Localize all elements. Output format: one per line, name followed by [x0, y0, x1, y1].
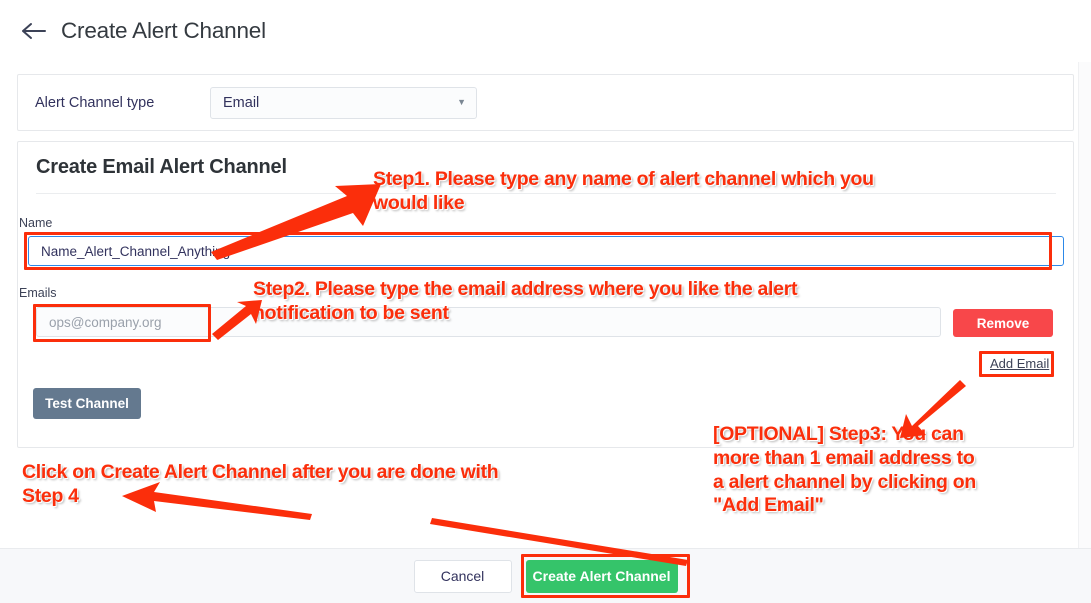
alert-channel-type-card: Alert Channel type Email ▼ [17, 74, 1074, 131]
annotation-arrow-step2 [212, 300, 262, 340]
alert-channel-type-select[interactable]: Email ▼ [210, 86, 477, 119]
annotation-arrow-step4 [122, 482, 312, 520]
annotation-step3: [OPTIONAL] Step3: You can more than 1 em… [713, 423, 977, 517]
page-header: Create Alert Channel [0, 0, 1091, 62]
annotation-arrow-step3 [900, 380, 966, 438]
annotation-box-email-input [33, 304, 211, 342]
emails-field-label: Emails [19, 286, 57, 300]
alert-channel-type-row: Alert Channel type Email ▼ [18, 75, 1073, 130]
alert-channel-type-label: Alert Channel type [35, 94, 155, 111]
annotation-box-add-email [979, 351, 1054, 377]
name-field-label: Name [19, 216, 53, 230]
annotation-box-create-button [521, 554, 690, 598]
annotation-step2: Step2. Please type the email address whe… [253, 278, 798, 324]
create-alert-channel-page: Create Alert Channel Alert Channel type … [0, 0, 1091, 603]
chevron-down-icon: ▼ [457, 97, 466, 107]
page-title: Create Alert Channel [61, 18, 266, 43]
back-arrow-icon[interactable] [18, 16, 48, 46]
annotation-box-name-input [24, 232, 1052, 270]
alert-channel-type-value: Email [223, 94, 260, 111]
form-title: Create Email Alert Channel [36, 156, 287, 178]
test-channel-button[interactable]: Test Channel [33, 388, 141, 419]
annotation-step1: Step1. Please type any name of alert cha… [373, 168, 874, 214]
